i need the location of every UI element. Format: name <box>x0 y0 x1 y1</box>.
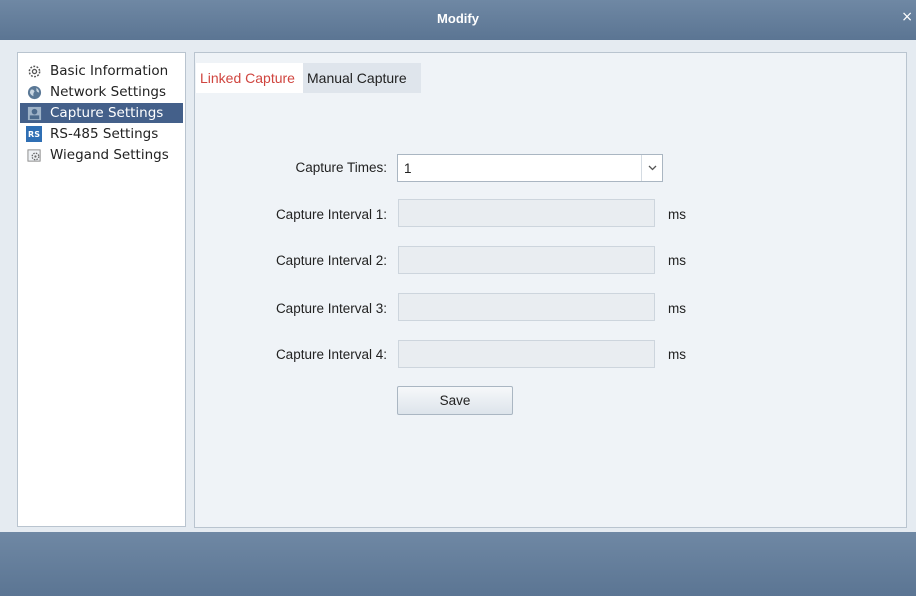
tab-manual-capture[interactable]: Manual Capture <box>303 63 421 93</box>
capture-interval-1-label: Capture Interval 1: <box>275 207 387 222</box>
sidebar-item-label: Wiegand Settings <box>50 147 169 163</box>
capture-times-value: 1 <box>404 161 412 176</box>
settings-panel: Linked Capture Manual Capture Capture Ti… <box>194 52 907 528</box>
title-bar: Modify × <box>0 0 916 40</box>
sidebar: Basic Information Network Settings Captu… <box>17 52 186 527</box>
rs-icon: RS <box>26 126 42 142</box>
gear-icon <box>26 63 42 79</box>
capture-interval-2-label: Capture Interval 2: <box>275 253 387 268</box>
sidebar-item-label: Basic Information <box>50 63 169 79</box>
sidebar-item-label: Network Settings <box>50 84 167 100</box>
linked-capture-panel: Capture Times: 1 Capture Interval 1: ms … <box>195 93 906 527</box>
capture-interval-3-unit: ms <box>668 301 686 316</box>
save-button[interactable]: Save <box>397 386 513 415</box>
footer-bar <box>0 532 916 596</box>
capture-times-select[interactable]: 1 <box>397 154 663 182</box>
capture-interval-2-input[interactable] <box>398 246 655 274</box>
sidebar-item-wiegand-settings[interactable]: Wiegand Settings <box>20 145 183 165</box>
dialog-body: Basic Information Network Settings Captu… <box>0 40 916 532</box>
close-button[interactable]: × <box>901 9 913 25</box>
wiegand-gear-icon <box>26 147 42 163</box>
capture-interval-4-label: Capture Interval 4: <box>275 347 387 362</box>
chevron-down-icon[interactable] <box>641 155 662 181</box>
sidebar-item-basic-information[interactable]: Basic Information <box>20 61 183 81</box>
window-title: Modify <box>437 11 479 26</box>
capture-interval-4-input[interactable] <box>398 340 655 368</box>
sidebar-item-label: RS-485 Settings <box>50 126 159 142</box>
sidebar-item-capture-settings[interactable]: Capture Settings <box>20 103 183 123</box>
capture-times-label: Capture Times: <box>295 160 387 175</box>
sidebar-item-network-settings[interactable]: Network Settings <box>20 82 183 102</box>
globe-icon <box>26 84 42 100</box>
capture-interval-3-input[interactable] <box>398 293 655 321</box>
capture-interval-1-input[interactable] <box>398 199 655 227</box>
capture-interval-4-unit: ms <box>668 347 686 362</box>
capture-interval-3-label: Capture Interval 3: <box>275 301 387 316</box>
sidebar-item-rs485-settings[interactable]: RS RS-485 Settings <box>20 124 183 144</box>
capture-interval-2-unit: ms <box>668 253 686 268</box>
sidebar-item-label: Capture Settings <box>50 105 164 121</box>
camera-icon <box>26 105 42 121</box>
capture-interval-1-unit: ms <box>668 207 686 222</box>
tab-linked-capture[interactable]: Linked Capture <box>196 63 309 93</box>
